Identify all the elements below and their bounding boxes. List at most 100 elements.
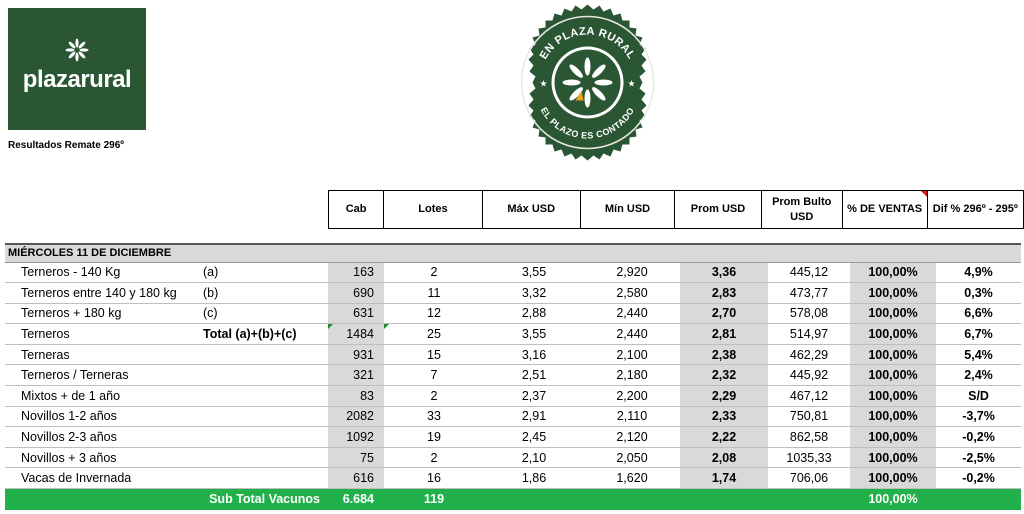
subtotal-ventas: 100,00%	[850, 488, 936, 510]
col-header-dif: Dif % 296º - 295º	[926, 190, 1024, 229]
row-min: 2,180	[584, 364, 680, 387]
row-prom: 2,38	[680, 344, 768, 366]
row-ventas: 100,00%	[850, 406, 936, 428]
row-ventas: 100,00%	[850, 385, 936, 407]
row-lotes: 7	[384, 364, 484, 387]
row-lotes: 12	[384, 303, 484, 325]
row-name: Terneros	[5, 323, 189, 345]
row-cab: 83	[328, 385, 384, 407]
row-bulto: 467,12	[768, 385, 850, 407]
row-bulto: 445,12	[768, 262, 850, 284]
table-row: Terneros entre 140 y 180 kg (b) 690 11 3,32 2…	[5, 282, 1022, 304]
row-ventas: 100,00%	[850, 426, 936, 448]
row-bulto: 462,29	[768, 344, 850, 366]
row-min: 2,050	[584, 447, 680, 469]
row-dif: 6,6%	[936, 303, 1022, 325]
row-min: 2,200	[584, 385, 680, 407]
table-row: Vacas de Invernada 616 16 1,86 1,620 1,74 706,…	[5, 467, 1022, 490]
row-ventas: 100,00%	[850, 303, 936, 325]
row-dif: 2,4%	[936, 364, 1022, 387]
row-min: 2,120	[584, 426, 680, 448]
row-cab: 2082	[328, 406, 384, 428]
row-name: Novillos + 3 años	[5, 447, 189, 469]
row-dif: -3,7%	[936, 406, 1022, 428]
row-ref: (b)	[189, 282, 328, 304]
row-lotes: 25	[384, 323, 484, 345]
svg-text:★: ★	[628, 80, 636, 90]
row-cab: 321	[328, 364, 384, 387]
row-prom: 1,74	[680, 467, 768, 490]
row-ref	[189, 467, 328, 490]
row-max: 3,55	[484, 323, 584, 345]
table-row: Terneros - 140 Kg (a) 163 2 3,55 2,920 3,36 445…	[5, 262, 1022, 284]
row-max: 1,86	[484, 467, 584, 490]
row-lotes: 33	[384, 406, 484, 428]
row-name: Terneros / Terneras	[5, 364, 189, 387]
page-subtitle: Resultados Remate 296º	[8, 140, 124, 151]
row-lotes: 2	[384, 262, 484, 284]
table-row: Novillos 1-2 años 2082 33 2,91 2,110 2,33 750,…	[5, 406, 1022, 428]
table-row: Novillos 2-3 años 1092 19 2,45 2,120 2,22 862,…	[5, 426, 1022, 448]
row-dif: 5,4%	[936, 344, 1022, 366]
row-dif: 6,7%	[936, 323, 1022, 345]
row-ventas: 100,00%	[850, 364, 936, 387]
row-cab: 631	[328, 303, 384, 325]
row-name: Terneros - 140 Kg	[5, 262, 189, 284]
row-name: Terneros + 180 kg	[5, 303, 189, 325]
row-ref: Total (a)+(b)+(c)	[189, 323, 328, 345]
row-prom: 2,29	[680, 385, 768, 407]
row-max: 2,45	[484, 426, 584, 448]
row-dif: -0,2%	[936, 467, 1022, 490]
row-cab: 690	[328, 282, 384, 304]
row-name: Terneras	[5, 344, 189, 366]
col-header-ventas: % DE VENTAS	[841, 190, 928, 229]
row-ventas: 100,00%	[850, 447, 936, 469]
subtotal-label: Sub Total Vacunos	[189, 488, 328, 510]
row-bulto: 706,06	[768, 467, 850, 490]
row-prom: 2,22	[680, 426, 768, 448]
row-ref	[189, 447, 328, 469]
row-name: Novillos 2-3 años	[5, 426, 189, 448]
row-max: 2,37	[484, 385, 584, 407]
row-max: 2,91	[484, 406, 584, 428]
row-prom: 2,32	[680, 364, 768, 387]
row-min: 2,440	[584, 303, 680, 325]
row-lotes: 15	[384, 344, 484, 366]
row-ref	[189, 385, 328, 407]
row-prom: 2,08	[680, 447, 768, 469]
row-max: 2,10	[484, 447, 584, 469]
row-max: 2,88	[484, 303, 584, 325]
flower-logo-icon	[65, 38, 89, 62]
section-title: MIÉRCOLES 11 DE DICIEMBRE	[5, 243, 1022, 263]
row-prom: 2,81	[680, 323, 768, 345]
row-dif: -2,5%	[936, 447, 1022, 469]
col-header-lotes: Lotes	[383, 190, 483, 229]
row-bulto: 473,77	[768, 282, 850, 304]
row-ref	[189, 406, 328, 428]
row-cab: 1484	[328, 323, 384, 345]
subtotal-lotes: 119	[384, 488, 484, 510]
results-table: MIÉRCOLES 11 DE DICIEMBRE Terneros - 140…	[5, 243, 1022, 510]
row-dif: S/D	[936, 385, 1022, 407]
row-ref	[189, 364, 328, 387]
table-row: Novillos + 3 años 75 2 2,10 2,050 2,08 1035,33…	[5, 447, 1022, 469]
row-min: 2,100	[584, 344, 680, 366]
logo-brand-text: plazarural	[22, 66, 132, 93]
row-prom: 3,36	[680, 262, 768, 284]
row-min: 2,580	[584, 282, 680, 304]
row-max: 3,55	[484, 262, 584, 284]
row-ref	[189, 344, 328, 366]
row-lotes: 19	[384, 426, 484, 448]
row-lotes: 2	[384, 385, 484, 407]
row-bulto: 445,92	[768, 364, 850, 387]
row-lotes: 11	[384, 282, 484, 304]
table-row: Terneros + 180 kg (c) 631 12 2,88 2,440 2,70 57…	[5, 303, 1022, 325]
row-min: 2,440	[584, 323, 680, 345]
subtotal-cab: 6.684	[328, 488, 384, 510]
row-lotes: 16	[384, 467, 484, 490]
row-min: 1,620	[584, 467, 680, 490]
table-row: Terneros / Terneras 321 7 2,51 2,180 2,32 445,…	[5, 364, 1022, 387]
row-dif: 0,3%	[936, 282, 1022, 304]
row-bulto: 750,81	[768, 406, 850, 428]
row-ventas: 100,00%	[850, 344, 936, 366]
